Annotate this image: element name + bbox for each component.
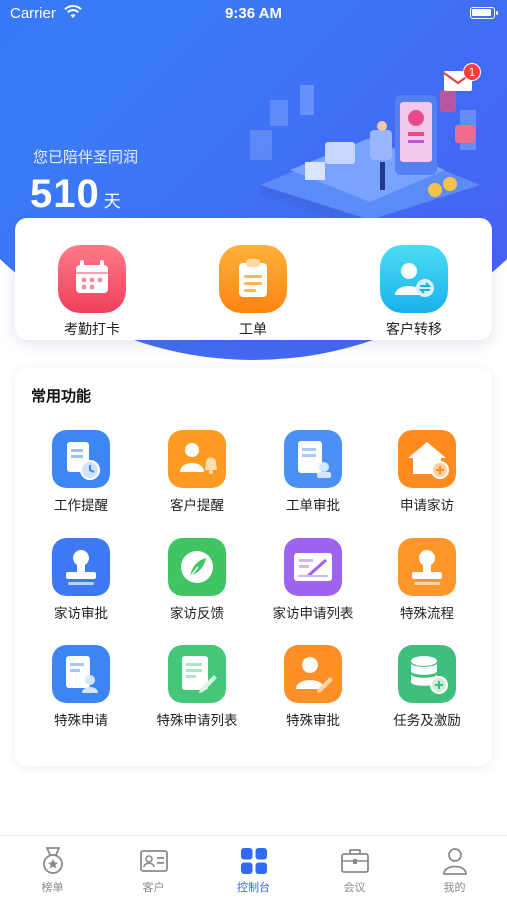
function-home-visit-feedback[interactable]: 家访反馈 (139, 538, 255, 622)
user-edit-icon (284, 645, 342, 703)
function-work-reminder[interactable]: 工作提醒 (23, 430, 139, 514)
common-functions-card: 常用功能 工作提醒 客户提醒 工单审批 申请家访 家访审批 家访反馈 家访申请列… (15, 368, 492, 766)
function-special-process[interactable]: 特殊流程 (369, 538, 485, 622)
calendar-check-icon (58, 245, 126, 313)
section-title: 常用功能 (31, 387, 92, 405)
document-edit-icon (168, 645, 226, 703)
function-label: 申请家访 (400, 498, 454, 514)
user-transfer-icon (380, 245, 448, 313)
function-label: 工作提醒 (54, 498, 108, 514)
document-stamp-icon (284, 430, 342, 488)
tab-console[interactable]: 控制台 (203, 846, 304, 895)
grid-icon (240, 848, 267, 874)
function-home-visit-approval[interactable]: 家访审批 (23, 538, 139, 622)
function-special-application[interactable]: 特殊申请 (23, 645, 139, 729)
id-card-icon (139, 850, 168, 872)
function-label: 特殊流程 (400, 606, 454, 622)
quick-action-label: 考勤打卡 (64, 322, 120, 338)
function-label: 家访反馈 (170, 606, 224, 622)
quick-action-attendance[interactable]: 考勤打卡 (32, 245, 152, 339)
office-illustration (250, 85, 480, 220)
database-add-icon (398, 645, 456, 703)
tab-label: 控制台 (237, 881, 270, 894)
function-apply-home-visit[interactable]: 申请家访 (369, 430, 485, 514)
mail-badge: 1 (463, 63, 481, 81)
days-counter: 510 天 (30, 172, 121, 217)
tab-label: 我的 (443, 881, 466, 894)
function-label: 特殊申请 (54, 713, 108, 729)
briefcase-icon (340, 849, 369, 873)
accompany-text: 您已陪伴圣同润 (33, 148, 139, 166)
function-label: 工单审批 (286, 498, 340, 514)
days-unit: 天 (103, 192, 121, 212)
function-label: 家访申请列表 (272, 606, 354, 622)
function-customer-reminder[interactable]: 客户提醒 (139, 430, 255, 514)
document-clock-icon (52, 430, 110, 488)
tab-meeting[interactable]: 会议 (304, 846, 405, 895)
quick-action-label: 客户转移 (386, 322, 442, 338)
tab-ranking[interactable]: 榜单 (2, 846, 103, 895)
feather-icon (168, 538, 226, 596)
function-label: 家访审批 (54, 606, 108, 622)
function-label: 任务及激励 (393, 713, 461, 729)
tab-bar: 榜单 客户 控制台 会议 我的 (0, 835, 507, 900)
tab-label: 榜单 (41, 881, 64, 894)
tab-mine[interactable]: 我的 (404, 846, 505, 895)
function-tasks-incentives[interactable]: 任务及激励 (369, 645, 485, 729)
function-special-approval[interactable]: 特殊审批 (255, 645, 371, 729)
screen: Carrier 9:36 AM 1 您已陪伴圣同润 510 天 考勤打卡 工单 … (0, 0, 507, 900)
tab-customer[interactable]: 客户 (103, 846, 204, 895)
clipboard-icon (219, 245, 287, 313)
function-label: 客户提醒 (170, 498, 224, 514)
function-special-application-list[interactable]: 特殊申请列表 (139, 645, 255, 729)
stamp-icon (52, 538, 110, 596)
clock: 9:36 AM (225, 5, 282, 22)
function-home-visit-list[interactable]: 家访申请列表 (255, 538, 371, 622)
days-value: 510 (30, 172, 100, 216)
function-label: 特殊申请列表 (156, 713, 238, 729)
signature-icon (284, 538, 342, 596)
tab-label: 客户 (142, 881, 165, 894)
tab-label: 会议 (343, 881, 366, 894)
stamp-icon (398, 538, 456, 596)
medal-icon (42, 847, 63, 874)
battery-icon (470, 7, 498, 19)
quick-action-workorder[interactable]: 工单 (193, 245, 313, 339)
quick-action-customer-transfer[interactable]: 客户转移 (354, 245, 474, 339)
quick-action-label: 工单 (239, 322, 267, 338)
user-bell-icon (168, 430, 226, 488)
person-icon (442, 848, 467, 875)
function-workorder-approval[interactable]: 工单审批 (255, 430, 371, 514)
quick-actions-card: 考勤打卡 工单 客户转移 (15, 218, 492, 340)
function-label: 特殊审批 (286, 713, 340, 729)
document-person-icon (52, 645, 110, 703)
home-add-icon (398, 430, 456, 488)
status-bar: Carrier 9:36 AM (0, 0, 507, 28)
